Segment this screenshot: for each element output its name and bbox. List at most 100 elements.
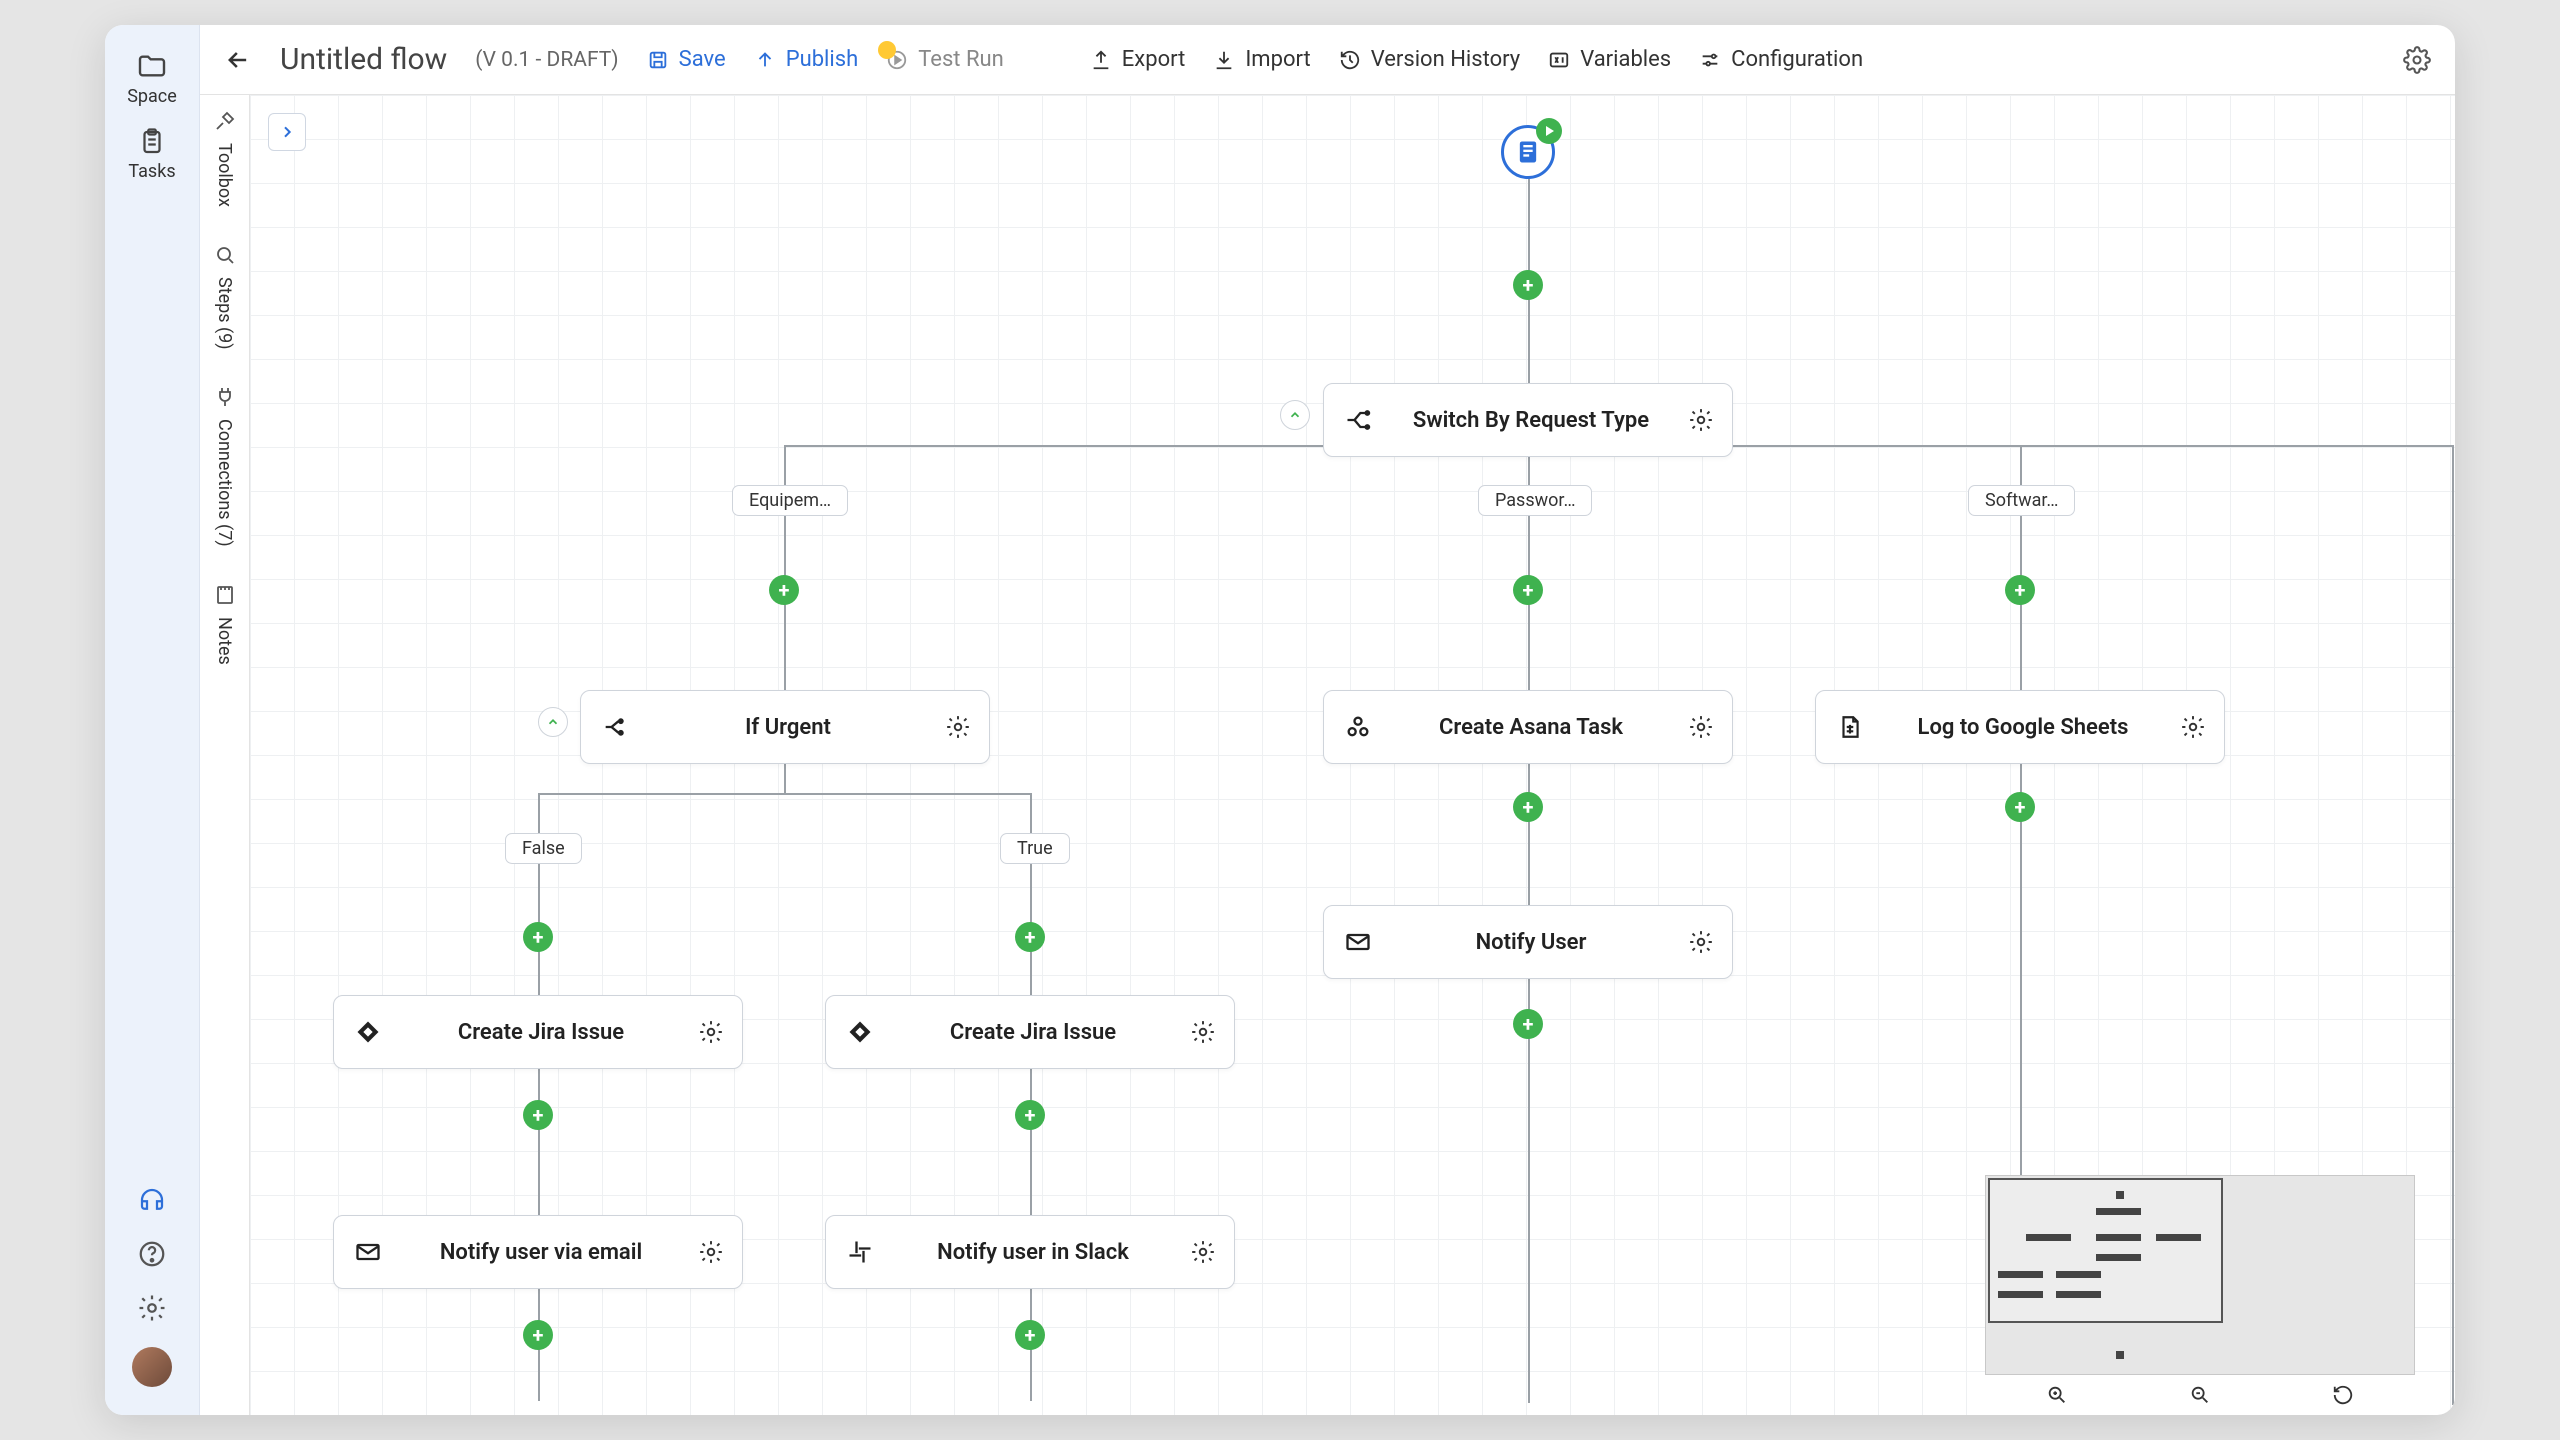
gear-icon (1688, 407, 1714, 433)
gear-icon (698, 1239, 724, 1265)
folder-icon (136, 50, 168, 82)
notes-icon (213, 583, 237, 607)
node-settings-button[interactable] (1688, 407, 1714, 433)
if-urgent-node[interactable]: If Urgent (580, 690, 990, 764)
edge (1030, 793, 1032, 833)
add-step-button[interactable]: + (523, 1320, 553, 1350)
node-settings-button[interactable] (1688, 714, 1714, 740)
sidebar-item-tasks[interactable]: Tasks (112, 117, 192, 192)
tools-icon (213, 109, 237, 133)
connections-button[interactable]: Connections (7) (213, 385, 237, 547)
branch-tag-false[interactable]: False (505, 833, 582, 864)
add-step-button[interactable]: + (1513, 575, 1543, 605)
notify-slack-node[interactable]: Notify user in Slack (825, 1215, 1235, 1289)
save-icon (647, 49, 669, 71)
edge (2452, 445, 2454, 1405)
test-run-button[interactable]: Test Run (886, 47, 1004, 72)
chevron-up-icon (1288, 408, 1302, 422)
add-step-button[interactable]: + (1015, 922, 1045, 952)
add-step-button[interactable]: + (1513, 1009, 1543, 1039)
add-step-button[interactable]: + (1015, 1320, 1045, 1350)
import-icon (1213, 49, 1235, 71)
add-step-button[interactable]: + (523, 1100, 553, 1130)
gear-icon[interactable] (137, 1293, 167, 1323)
canvas[interactable]: + Switch By Request Type (250, 95, 2455, 1415)
edge (538, 793, 540, 833)
branch-tag-true[interactable]: True (1000, 833, 1070, 864)
gear-icon (1688, 714, 1714, 740)
collapse-toggle[interactable] (1280, 400, 1310, 430)
sidebar-label: Tasks (128, 161, 175, 182)
node-settings-button[interactable] (2180, 714, 2206, 740)
expand-panel-button[interactable] (268, 113, 306, 151)
export-button[interactable]: Export (1090, 47, 1186, 72)
clipboard-icon (137, 127, 167, 157)
jira-false-node[interactable]: Create Jira Issue (333, 995, 743, 1069)
play-badge-icon (1536, 118, 1562, 144)
gear-icon (945, 714, 971, 740)
save-button[interactable]: Save (647, 47, 726, 72)
notify-email-node[interactable]: Notify user via email (333, 1215, 743, 1289)
add-step-button[interactable]: + (523, 922, 553, 952)
version-history-button[interactable]: Version History (1339, 47, 1521, 72)
branch-tag-software[interactable]: Softwar… (1968, 485, 2075, 516)
node-settings-button[interactable] (945, 714, 971, 740)
configuration-button[interactable]: Configuration (1699, 47, 1863, 72)
minimap-controls (1985, 1375, 2415, 1415)
gear-icon (1190, 1019, 1216, 1045)
add-step-button[interactable]: + (1015, 1100, 1045, 1130)
version-label: (V 0.1 - DRAFT) (475, 48, 618, 72)
edge (784, 445, 786, 485)
node-settings-button[interactable] (698, 1239, 724, 1265)
jira-icon (352, 1018, 384, 1046)
add-step-button[interactable]: + (769, 575, 799, 605)
play-circle-icon (886, 49, 908, 71)
gear-icon (2180, 714, 2206, 740)
add-step-button[interactable]: + (2005, 575, 2035, 605)
import-button[interactable]: Import (1213, 47, 1310, 72)
support-icon[interactable] (137, 1185, 167, 1215)
notify-user-node[interactable]: Notify User (1323, 905, 1733, 979)
add-step-button[interactable]: + (1513, 270, 1543, 300)
node-settings-button[interactable] (1190, 1019, 1216, 1045)
node-settings-button[interactable] (1190, 1239, 1216, 1265)
sheets-icon (1834, 714, 1866, 740)
publish-button[interactable]: Publish (754, 47, 859, 72)
switch-node[interactable]: Switch By Request Type (1323, 383, 1733, 457)
edge (784, 763, 786, 793)
jira-true-node[interactable]: Create Jira Issue (825, 995, 1235, 1069)
branch-tag-equipment[interactable]: Equipem… (732, 485, 848, 516)
node-settings-button[interactable] (1688, 929, 1714, 955)
help-icon[interactable] (137, 1239, 167, 1269)
toolbox-button[interactable]: Toolbox (213, 109, 237, 207)
reset-zoom-icon[interactable] (2332, 1384, 2354, 1406)
steps-button[interactable]: Steps (9) (213, 243, 237, 350)
notes-button[interactable]: Notes (213, 583, 237, 665)
variables-icon (1548, 49, 1570, 71)
mail-icon (352, 1238, 384, 1266)
zoom-out-icon[interactable] (2189, 1384, 2211, 1406)
edge (538, 793, 1032, 795)
sheets-node[interactable]: Log to Google Sheets (1815, 690, 2225, 764)
minimap[interactable] (1985, 1175, 2415, 1375)
add-step-button[interactable]: + (2005, 792, 2035, 822)
settings-gear-icon[interactable] (2403, 46, 2431, 74)
tool-rail: Toolbox Steps (9) Connections (7) Notes (200, 95, 250, 1415)
flow-title[interactable]: Untitled flow (280, 42, 447, 77)
plug-icon (213, 385, 237, 409)
collapse-toggle[interactable] (538, 707, 568, 737)
branch-icon (1342, 406, 1374, 434)
back-arrow-icon[interactable] (224, 46, 252, 74)
branch-tag-password[interactable]: Passwor… (1478, 485, 1592, 516)
avatar[interactable] (132, 1347, 172, 1387)
zoom-in-icon[interactable] (2046, 1384, 2068, 1406)
node-settings-button[interactable] (698, 1019, 724, 1045)
start-node[interactable] (1501, 125, 1555, 179)
condition-icon (599, 713, 631, 741)
variables-button[interactable]: Variables (1548, 47, 1671, 72)
asana-node[interactable]: Create Asana Task (1323, 690, 1733, 764)
sidebar-item-space[interactable]: Space (112, 40, 192, 117)
edge (1528, 153, 1530, 383)
add-step-button[interactable]: + (1513, 792, 1543, 822)
jira-icon (844, 1018, 876, 1046)
